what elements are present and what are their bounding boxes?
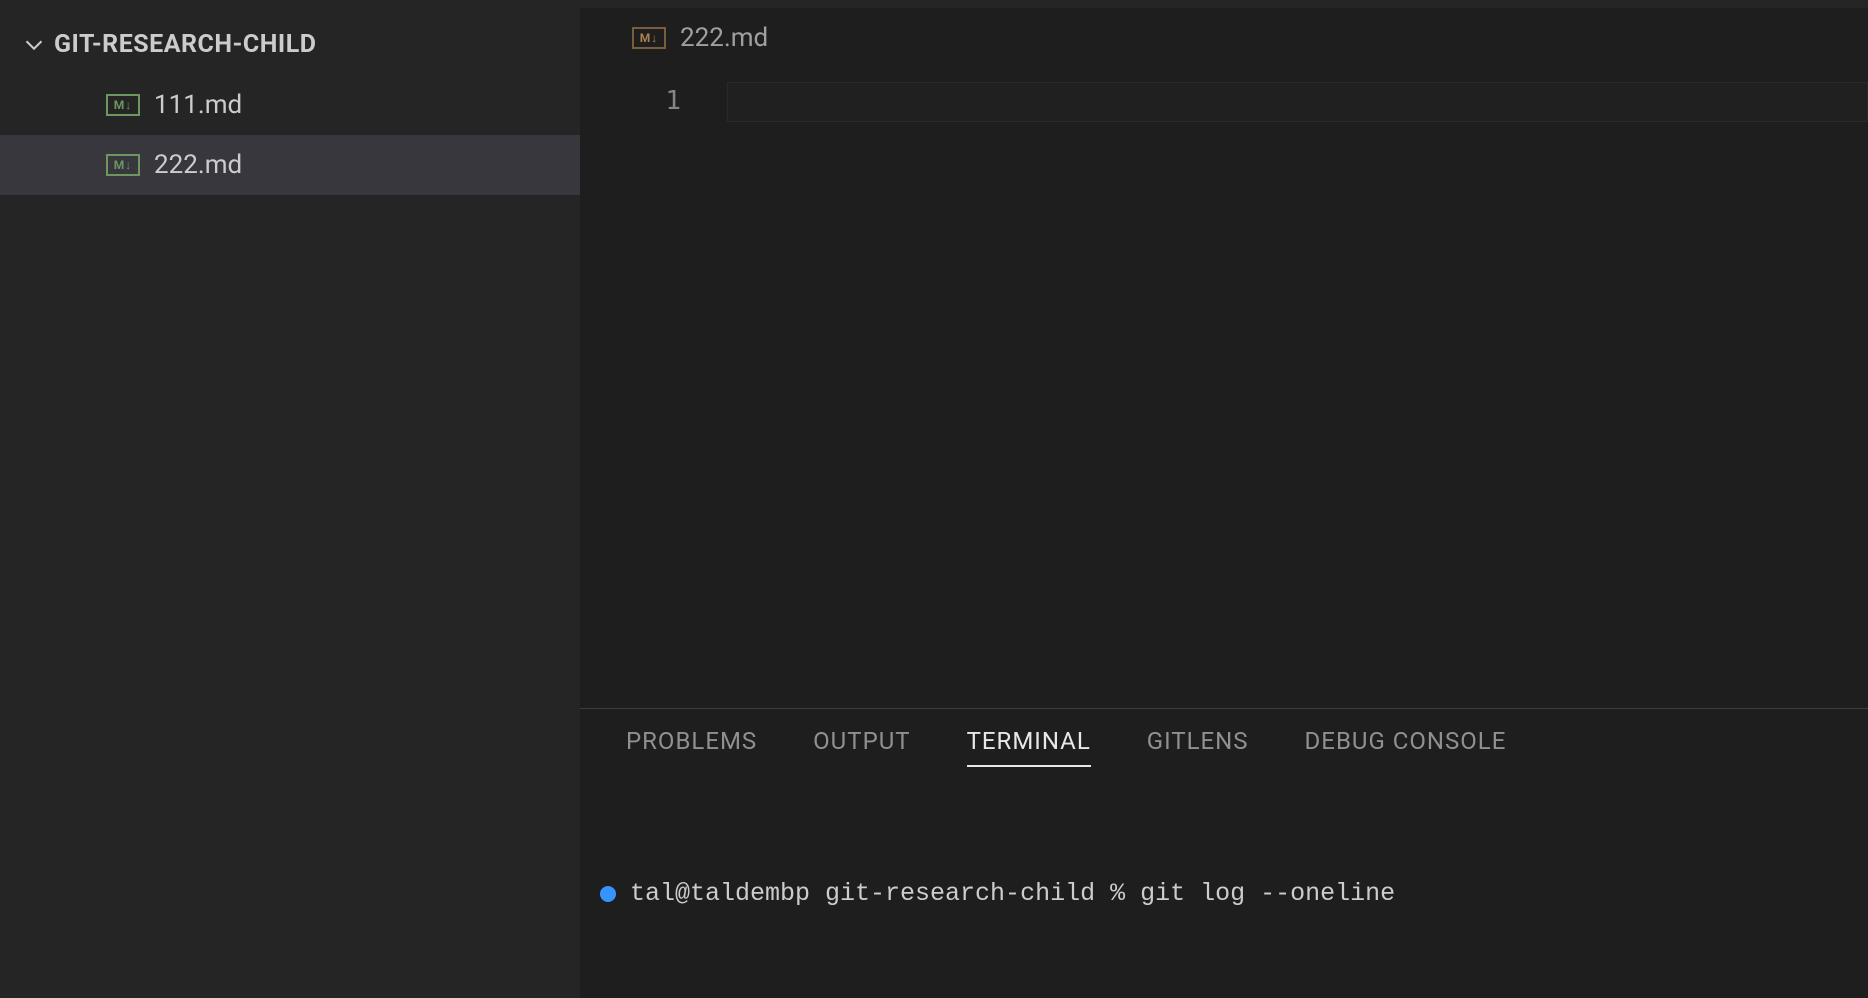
file-name-label: 222.md: [154, 150, 242, 180]
line-number: 1: [580, 86, 681, 116]
line-number-gutter: 1: [580, 68, 725, 708]
explorer-sidebar: GIT-RESEARCH-CHILD M↓ 111.md M↓ 222.md: [0, 0, 580, 998]
markdown-icon: M↓: [106, 154, 140, 176]
markdown-icon: M↓: [106, 94, 140, 116]
chevron-down-icon: [24, 35, 44, 55]
file-row-111[interactable]: M↓ 111.md: [0, 75, 580, 135]
terminal-line: tal@taldembp git-research-child % git lo…: [600, 873, 1868, 915]
tab-gitlens[interactable]: GITLENS: [1147, 727, 1249, 765]
editor-group: M↓ 222.md 1 PROBLEMS OUTPUT TERMINAL GIT…: [580, 0, 1868, 998]
tab-debug-console[interactable]: DEBUG CONSOLE: [1305, 727, 1507, 765]
explorer-folder-name: GIT-RESEARCH-CHILD: [54, 30, 316, 59]
editor-tab-strip: [580, 0, 1868, 8]
tab-terminal[interactable]: TERMINAL: [967, 727, 1091, 767]
current-line-highlight: [727, 82, 1868, 122]
code-area[interactable]: [725, 68, 1868, 708]
app-root: GIT-RESEARCH-CHILD M↓ 111.md M↓ 222.md M…: [0, 0, 1868, 998]
prompt-status-dot-icon: [600, 886, 616, 902]
panel-tab-bar: PROBLEMS OUTPUT TERMINAL GITLENS DEBUG C…: [580, 709, 1868, 777]
file-row-222[interactable]: M↓ 222.md: [0, 135, 580, 195]
breadcrumbs[interactable]: M↓ 222.md: [580, 8, 1868, 68]
tab-problems[interactable]: PROBLEMS: [626, 727, 757, 765]
terminal-text: tal@taldembp git-research-child % git lo…: [630, 873, 1395, 915]
breadcrumb-file-label: 222.md: [680, 23, 768, 53]
terminal-view[interactable]: tal@taldembp git-research-child % git lo…: [580, 777, 1868, 998]
explorer-folder-header[interactable]: GIT-RESEARCH-CHILD: [0, 20, 580, 75]
tab-output[interactable]: OUTPUT: [813, 727, 910, 765]
file-name-label: 111.md: [154, 90, 242, 120]
bottom-panel: PROBLEMS OUTPUT TERMINAL GITLENS DEBUG C…: [580, 708, 1868, 998]
markdown-icon: M↓: [632, 27, 666, 49]
editor-body[interactable]: 1: [580, 68, 1868, 708]
